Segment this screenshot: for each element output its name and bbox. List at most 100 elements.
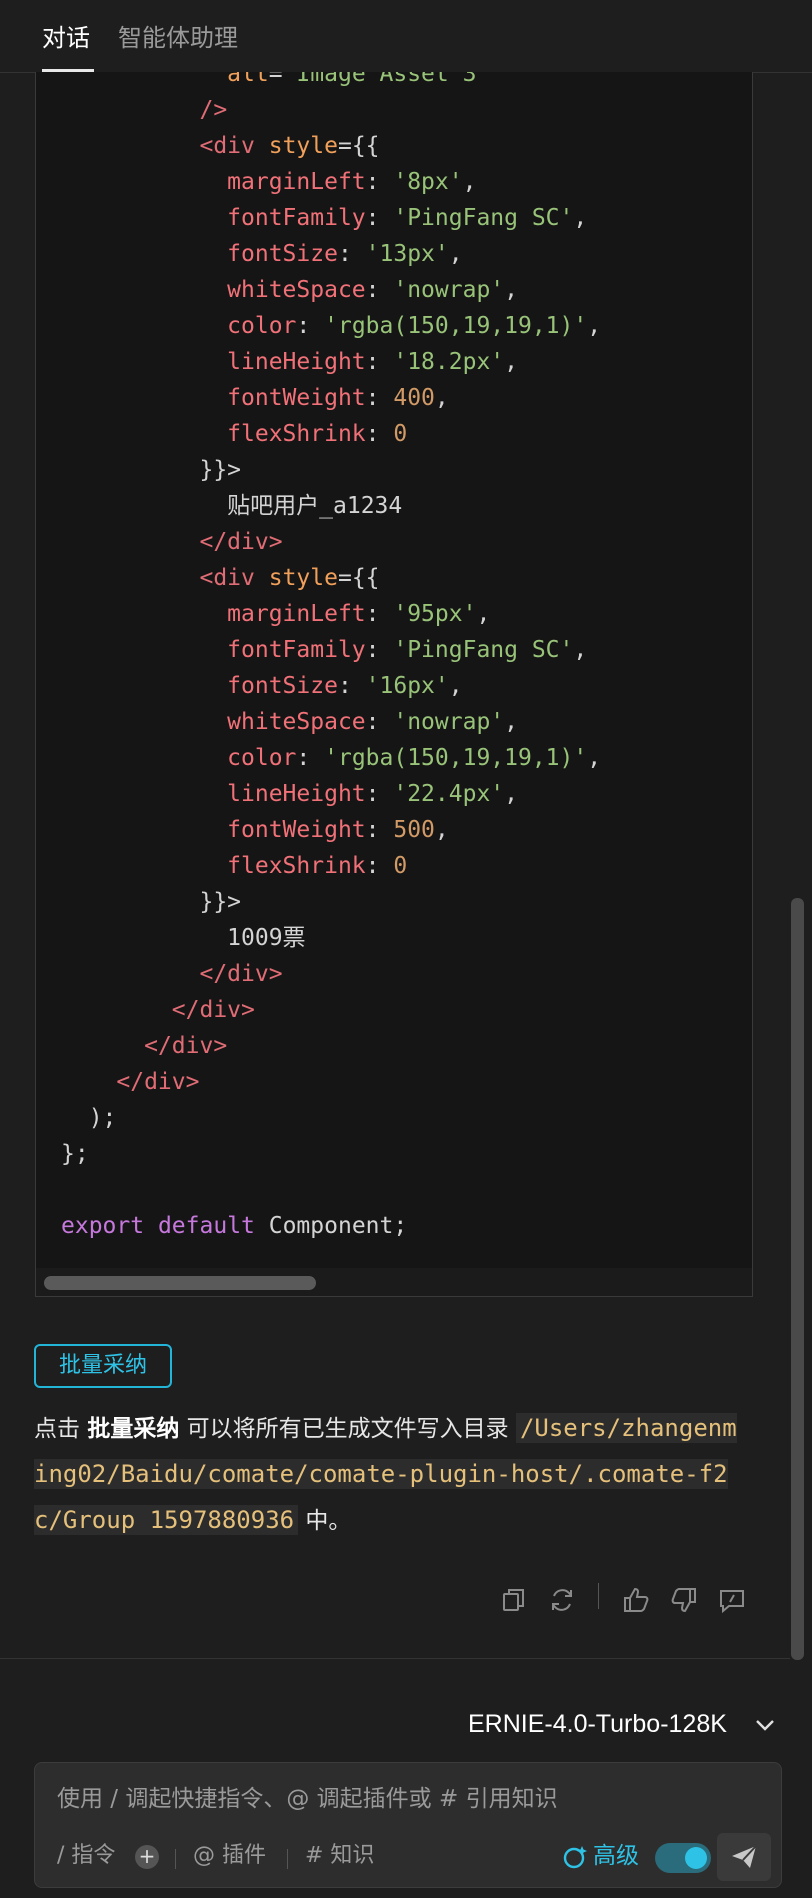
- code-token: ,: [573, 205, 588, 231]
- code-token: ,: [587, 745, 602, 771]
- code-line: alt="Image Asset 3": [61, 72, 601, 92]
- model-selector[interactable]: ERNIE-4.0-Turbo-128K: [468, 1706, 727, 1742]
- code-token: color: [227, 745, 297, 771]
- code-token: 'PingFang SC': [393, 205, 574, 231]
- code-line: <div style={{: [61, 128, 601, 164]
- code-token: color: [227, 313, 297, 339]
- code-line: <div style={{: [61, 560, 601, 596]
- code-token: 0: [393, 421, 408, 447]
- code-token: :: [365, 385, 394, 411]
- code-token: '95px': [393, 601, 477, 627]
- code-token: 500: [393, 817, 435, 843]
- code-token: '13px': [365, 241, 449, 267]
- code-token: <div: [199, 565, 255, 591]
- code-line: fontSize: '16px',: [61, 668, 601, 704]
- thumbs-up-icon[interactable]: [620, 1584, 652, 1616]
- code-token: alt: [227, 72, 269, 87]
- code-token: '18.2px': [393, 349, 505, 375]
- code-token: ,: [448, 673, 463, 699]
- code-token: fontWeight: [227, 385, 366, 411]
- plugin-button[interactable]: @ 插件: [193, 1839, 266, 1873]
- code-scroll-thumb[interactable]: [44, 1276, 316, 1290]
- code-token: ,: [587, 313, 602, 339]
- desc-prefix: 点击: [34, 1416, 88, 1442]
- code-token: '16px': [365, 673, 449, 699]
- feedback-icon[interactable]: [716, 1584, 748, 1616]
- batch-accept-button[interactable]: 批量采纳: [34, 1344, 172, 1388]
- code-token: fontSize: [227, 673, 338, 699]
- code-token: :: [296, 745, 325, 771]
- toolbar-separator: [287, 1849, 288, 1869]
- thumbs-down-icon[interactable]: [668, 1584, 700, 1616]
- toolbar-separator: [175, 1849, 176, 1869]
- send-icon: [732, 1845, 757, 1868]
- code-token: </div>: [116, 1069, 200, 1095]
- code-line: flexShrink: 0: [61, 416, 601, 452]
- chat-input-box[interactable]: 使用 / 调起快捷指令、@ 调起插件或 # 引用知识 / 指令 + @ 插件 #…: [34, 1762, 782, 1888]
- regenerate-icon[interactable]: [546, 1584, 578, 1616]
- advanced-mode-toggle[interactable]: [655, 1843, 711, 1873]
- code-token: :: [365, 205, 394, 231]
- code-token: <div: [199, 133, 255, 159]
- code-token: ,: [434, 385, 449, 411]
- command-button[interactable]: / 指令: [57, 1839, 115, 1873]
- code-token: fontSize: [227, 241, 338, 267]
- code-token: ,: [504, 277, 518, 303]
- code-line: </div>: [61, 956, 601, 992]
- code-token: />: [199, 97, 228, 123]
- code-line: marginLeft: '95px',: [61, 596, 601, 632]
- code-line: fontFamily: 'PingFang SC',: [61, 632, 601, 668]
- code-token: flexShrink: [227, 853, 366, 879]
- code-token: default: [157, 1213, 255, 1239]
- advanced-sparkle-icon: [563, 1846, 587, 1869]
- advanced-mode-label[interactable]: 高级: [593, 1839, 639, 1873]
- code-line: lineHeight: '22.4px',: [61, 776, 601, 812]
- code-token: ,: [573, 637, 588, 663]
- code-token: export: [61, 1213, 145, 1239]
- send-button[interactable]: [717, 1833, 771, 1881]
- code-line: flexShrink: 0: [61, 848, 601, 884]
- page-scrollbar-thumb[interactable]: [791, 898, 804, 1660]
- code-token: lineHeight: [227, 781, 366, 807]
- code-token: '8px': [393, 169, 463, 195]
- code-token: :: [365, 277, 394, 303]
- code-block: alt="Image Asset 3" /> <div style={{ mar…: [35, 72, 753, 1297]
- code-line: fontSize: '13px',: [61, 236, 601, 272]
- code-token: marginLeft: [227, 601, 366, 627]
- code-token: :: [365, 421, 394, 447]
- code-token: 1009票: [61, 925, 306, 951]
- add-command-icon[interactable]: +: [135, 1845, 159, 1869]
- chat-input-placeholder[interactable]: 使用 / 调起快捷指令、@ 调起插件或 # 引用知识: [57, 1781, 558, 1817]
- code-token: ,: [504, 709, 518, 735]
- code-token: fontFamily: [227, 637, 366, 663]
- copy-icon[interactable]: [498, 1584, 530, 1616]
- code-horizontal-scrollbar[interactable]: [36, 1268, 752, 1296]
- code-token: </div>: [199, 961, 283, 987]
- code-token: fontWeight: [227, 817, 366, 843]
- chevron-down-icon[interactable]: [752, 1712, 778, 1738]
- tab-agent-assistant[interactable]: 智能体助理: [118, 20, 238, 56]
- tab-chat[interactable]: 对话: [42, 20, 90, 56]
- code-token: 'rgba(150,19,19,1)': [324, 313, 588, 339]
- code-token: ,: [476, 601, 491, 627]
- code-line: export default Component;: [61, 1208, 601, 1244]
- knowledge-button[interactable]: # 知识: [305, 1839, 374, 1873]
- code-token: 'nowrap': [393, 709, 505, 735]
- code-token: 'rgba(150,19,19,1)': [324, 745, 588, 771]
